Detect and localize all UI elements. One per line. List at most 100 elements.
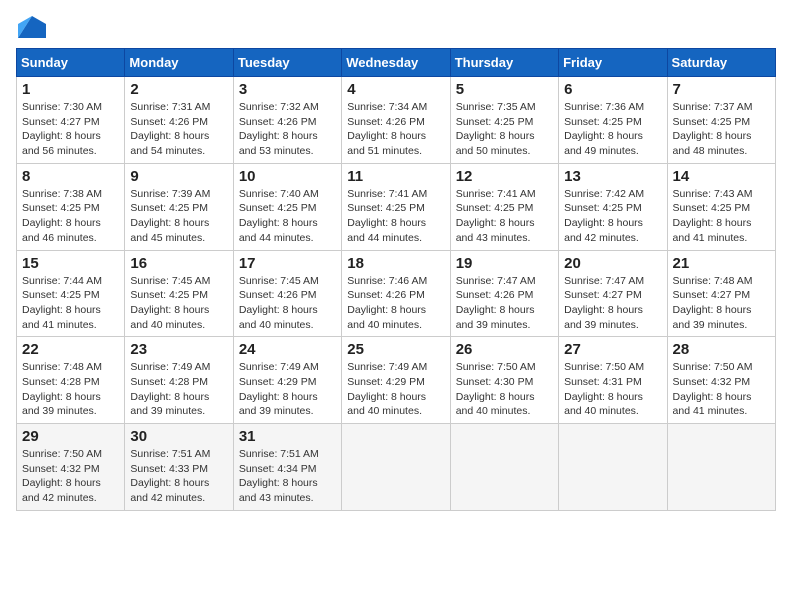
day-number: 20 bbox=[564, 255, 661, 272]
day-number: 16 bbox=[130, 255, 227, 272]
calendar-cell: 16 Sunrise: 7:45 AMSunset: 4:25 PMDayligh… bbox=[125, 250, 233, 337]
day-number: 12 bbox=[456, 168, 553, 185]
calendar-cell: 4 Sunrise: 7:34 AMSunset: 4:26 PMDaylight… bbox=[342, 77, 450, 164]
day-info: Sunrise: 7:30 AMSunset: 4:27 PMDaylight:… bbox=[22, 100, 119, 159]
calendar-week-3: 15Sunrise: 7:44 AMSunset: 4:25 PMDayligh… bbox=[17, 250, 776, 337]
day-info: Sunrise: 7:31 AMSunset: 4:26 PMDaylight:… bbox=[130, 100, 227, 159]
day-info: Sunrise: 7:48 AMSunset: 4:27 PMDaylight:… bbox=[673, 274, 770, 333]
day-number: 24 bbox=[239, 341, 336, 358]
day-info: Sunrise: 7:43 AMSunset: 4:25 PMDaylight:… bbox=[673, 187, 770, 246]
calendar-cell: 3 Sunrise: 7:32 AMSunset: 4:26 PMDaylight… bbox=[233, 77, 341, 164]
col-header-tuesday: Tuesday bbox=[233, 49, 341, 77]
calendar-cell: 29 Sunrise: 7:50 AMSunset: 4:32 PMDayligh… bbox=[17, 424, 125, 511]
calendar-cell: 1 Sunrise: 7:30 AMSunset: 4:27 PMDaylight… bbox=[17, 77, 125, 164]
page-header bbox=[16, 16, 776, 38]
calendar-week-2: 8Sunrise: 7:38 AMSunset: 4:25 PMDaylight… bbox=[17, 163, 776, 250]
day-info: Sunrise: 7:51 AMSunset: 4:33 PMDaylight:… bbox=[130, 447, 227, 506]
calendar-cell: 13 Sunrise: 7:42 AMSunset: 4:25 PMDayligh… bbox=[559, 163, 667, 250]
day-number: 17 bbox=[239, 255, 336, 272]
calendar-cell: 25 Sunrise: 7:49 AMSunset: 4:29 PMDayligh… bbox=[342, 337, 450, 424]
day-info: Sunrise: 7:46 AMSunset: 4:26 PMDaylight:… bbox=[347, 274, 444, 333]
calendar-week-5: 29 Sunrise: 7:50 AMSunset: 4:32 PMDayligh… bbox=[17, 424, 776, 511]
calendar-cell: 31Sunrise: 7:51 AMSunset: 4:34 PMDayligh… bbox=[233, 424, 341, 511]
calendar-header-row: SundayMondayTuesdayWednesdayThursdayFrid… bbox=[17, 49, 776, 77]
calendar-cell: 26Sunrise: 7:50 AMSunset: 4:30 PMDayligh… bbox=[450, 337, 558, 424]
calendar-cell bbox=[450, 424, 558, 511]
calendar-cell: 10Sunrise: 7:40 AMSunset: 4:25 PMDayligh… bbox=[233, 163, 341, 250]
calendar-cell: 5 Sunrise: 7:35 AMSunset: 4:25 PMDaylight… bbox=[450, 77, 558, 164]
day-info: Sunrise: 7:41 AMSunset: 4:25 PMDaylight:… bbox=[347, 187, 444, 246]
day-number: 10 bbox=[239, 168, 336, 185]
calendar-cell: 12 Sunrise: 7:41 AMSunset: 4:25 PMDayligh… bbox=[450, 163, 558, 250]
day-number: 23 bbox=[130, 341, 227, 358]
col-header-sunday: Sunday bbox=[17, 49, 125, 77]
col-header-friday: Friday bbox=[559, 49, 667, 77]
day-info: Sunrise: 7:50 AMSunset: 4:32 PMDaylight:… bbox=[22, 447, 119, 506]
day-info: Sunrise: 7:39 AMSunset: 4:25 PMDaylight:… bbox=[130, 187, 227, 246]
day-number: 25 bbox=[347, 341, 444, 358]
day-info: Sunrise: 7:47 AMSunset: 4:26 PMDaylight:… bbox=[456, 274, 553, 333]
day-number: 28 bbox=[673, 341, 770, 358]
day-info: Sunrise: 7:49 AMSunset: 4:28 PMDaylight:… bbox=[130, 360, 227, 419]
day-number: 3 bbox=[239, 81, 336, 98]
day-number: 30 bbox=[130, 428, 227, 445]
day-info: Sunrise: 7:51 AMSunset: 4:34 PMDaylight:… bbox=[239, 447, 336, 506]
calendar-week-1: 1 Sunrise: 7:30 AMSunset: 4:27 PMDaylight… bbox=[17, 77, 776, 164]
calendar-cell bbox=[342, 424, 450, 511]
calendar-cell: 8Sunrise: 7:38 AMSunset: 4:25 PMDaylight… bbox=[17, 163, 125, 250]
col-header-saturday: Saturday bbox=[667, 49, 775, 77]
day-number: 21 bbox=[673, 255, 770, 272]
day-info: Sunrise: 7:50 AMSunset: 4:31 PMDaylight:… bbox=[564, 360, 661, 419]
day-number: 26 bbox=[456, 341, 553, 358]
calendar-week-4: 22 Sunrise: 7:48 AMSunset: 4:28 PMDayligh… bbox=[17, 337, 776, 424]
day-info: Sunrise: 7:49 AMSunset: 4:29 PMDaylight:… bbox=[239, 360, 336, 419]
day-number: 2 bbox=[130, 81, 227, 98]
day-number: 7 bbox=[673, 81, 770, 98]
day-number: 5 bbox=[456, 81, 553, 98]
col-header-wednesday: Wednesday bbox=[342, 49, 450, 77]
calendar-body: 1 Sunrise: 7:30 AMSunset: 4:27 PMDaylight… bbox=[17, 77, 776, 511]
calendar-cell: 22 Sunrise: 7:48 AMSunset: 4:28 PMDayligh… bbox=[17, 337, 125, 424]
day-info: Sunrise: 7:42 AMSunset: 4:25 PMDaylight:… bbox=[564, 187, 661, 246]
day-info: Sunrise: 7:35 AMSunset: 4:25 PMDaylight:… bbox=[456, 100, 553, 159]
calendar-cell: 28 Sunrise: 7:50 AMSunset: 4:32 PMDayligh… bbox=[667, 337, 775, 424]
day-number: 18 bbox=[347, 255, 444, 272]
calendar-cell: 6Sunrise: 7:36 AMSunset: 4:25 PMDaylight… bbox=[559, 77, 667, 164]
day-info: Sunrise: 7:50 AMSunset: 4:32 PMDaylight:… bbox=[673, 360, 770, 419]
day-info: Sunrise: 7:41 AMSunset: 4:25 PMDaylight:… bbox=[456, 187, 553, 246]
logo bbox=[16, 16, 46, 38]
day-info: Sunrise: 7:49 AMSunset: 4:29 PMDaylight:… bbox=[347, 360, 444, 419]
calendar-cell: 17 Sunrise: 7:45 AMSunset: 4:26 PMDayligh… bbox=[233, 250, 341, 337]
col-header-thursday: Thursday bbox=[450, 49, 558, 77]
calendar-cell: 18 Sunrise: 7:46 AMSunset: 4:26 PMDayligh… bbox=[342, 250, 450, 337]
calendar-cell: 9 Sunrise: 7:39 AMSunset: 4:25 PMDaylight… bbox=[125, 163, 233, 250]
day-number: 4 bbox=[347, 81, 444, 98]
day-number: 29 bbox=[22, 428, 119, 445]
day-info: Sunrise: 7:45 AMSunset: 4:26 PMDaylight:… bbox=[239, 274, 336, 333]
col-header-monday: Monday bbox=[125, 49, 233, 77]
calendar-cell: 7 Sunrise: 7:37 AMSunset: 4:25 PMDaylight… bbox=[667, 77, 775, 164]
calendar-cell: 30 Sunrise: 7:51 AMSunset: 4:33 PMDayligh… bbox=[125, 424, 233, 511]
day-info: Sunrise: 7:45 AMSunset: 4:25 PMDaylight:… bbox=[130, 274, 227, 333]
calendar-cell: 15Sunrise: 7:44 AMSunset: 4:25 PMDayligh… bbox=[17, 250, 125, 337]
day-number: 15 bbox=[22, 255, 119, 272]
calendar-cell: 21 Sunrise: 7:48 AMSunset: 4:27 PMDayligh… bbox=[667, 250, 775, 337]
day-info: Sunrise: 7:48 AMSunset: 4:28 PMDaylight:… bbox=[22, 360, 119, 419]
calendar-cell: 20Sunrise: 7:47 AMSunset: 4:27 PMDayligh… bbox=[559, 250, 667, 337]
day-number: 9 bbox=[130, 168, 227, 185]
day-info: Sunrise: 7:32 AMSunset: 4:26 PMDaylight:… bbox=[239, 100, 336, 159]
day-info: Sunrise: 7:38 AMSunset: 4:25 PMDaylight:… bbox=[22, 187, 119, 246]
day-number: 14 bbox=[673, 168, 770, 185]
day-info: Sunrise: 7:34 AMSunset: 4:26 PMDaylight:… bbox=[347, 100, 444, 159]
day-number: 27 bbox=[564, 341, 661, 358]
day-number: 19 bbox=[456, 255, 553, 272]
calendar-cell: 14 Sunrise: 7:43 AMSunset: 4:25 PMDayligh… bbox=[667, 163, 775, 250]
calendar-table: SundayMondayTuesdayWednesdayThursdayFrid… bbox=[16, 48, 776, 511]
day-info: Sunrise: 7:36 AMSunset: 4:25 PMDaylight:… bbox=[564, 100, 661, 159]
day-number: 13 bbox=[564, 168, 661, 185]
day-info: Sunrise: 7:37 AMSunset: 4:25 PMDaylight:… bbox=[673, 100, 770, 159]
calendar-cell: 27 Sunrise: 7:50 AMSunset: 4:31 PMDayligh… bbox=[559, 337, 667, 424]
day-number: 1 bbox=[22, 81, 119, 98]
calendar-cell: 24 Sunrise: 7:49 AMSunset: 4:29 PMDayligh… bbox=[233, 337, 341, 424]
day-number: 22 bbox=[22, 341, 119, 358]
